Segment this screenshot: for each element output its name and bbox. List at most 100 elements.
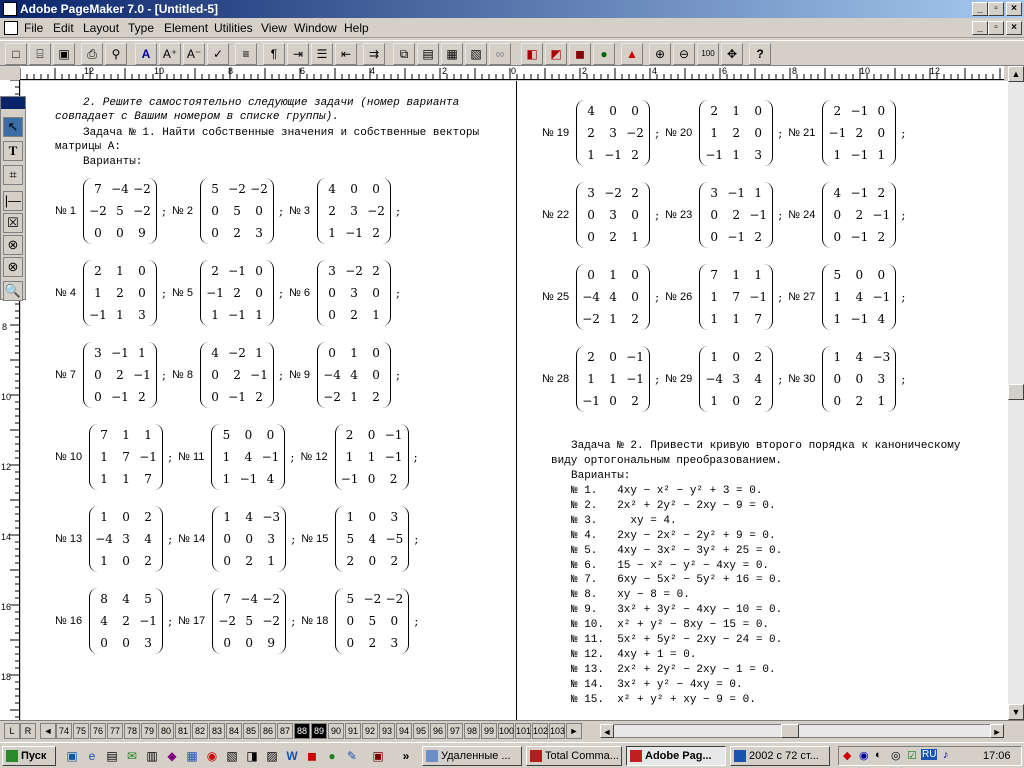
quicklaunch-11-icon[interactable]: ▨ (264, 748, 280, 764)
doc-close-button[interactable]: × (1006, 21, 1022, 35)
task-word-doc[interactable]: 2002 с 72 ст... (730, 746, 830, 766)
tabs-scroll-right-button[interactable]: ► (566, 723, 582, 739)
font-icon[interactable]: A (135, 43, 157, 65)
hscroll-thumb[interactable] (781, 724, 799, 738)
page-tab[interactable]: 83 (209, 723, 225, 739)
quicklaunch-16-icon[interactable]: ▣ (370, 748, 386, 764)
menu-file[interactable]: File (24, 21, 43, 35)
quicklaunch-14-icon[interactable]: ● (324, 748, 340, 764)
page-tab[interactable]: 92 (362, 723, 378, 739)
page-tab[interactable]: 86 (260, 723, 276, 739)
new-icon[interactable]: □ (5, 43, 27, 65)
indent-icon[interactable]: ⇥ (287, 43, 309, 65)
zoom-in-icon[interactable]: ⊕ (649, 43, 671, 65)
menu-view[interactable]: View (261, 21, 287, 35)
frame-icon[interactable]: ▦ (441, 43, 463, 65)
tray-icon-2[interactable]: ◉ (859, 749, 869, 762)
pagemaker-icon[interactable]: ◼ (304, 748, 320, 764)
quicklaunch-5-icon[interactable]: ▥ (144, 748, 160, 764)
scroll-down-button[interactable]: ▼ (1008, 704, 1024, 720)
quicklaunch-9-icon[interactable]: ▧ (224, 748, 240, 764)
scroll-up-button[interactable]: ▲ (1008, 66, 1024, 82)
page-tab[interactable]: 95 (413, 723, 429, 739)
export-icon[interactable]: ◩ (545, 43, 567, 65)
task-pagemaker[interactable]: Adobe Pag... (626, 746, 726, 766)
toolbox-titlebar[interactable] (1, 97, 25, 109)
page-tab[interactable]: 94 (396, 723, 412, 739)
quicklaunch-7-icon[interactable]: ▦ (184, 748, 200, 764)
zoom-tool-icon[interactable]: 🔍 (3, 281, 23, 301)
quicklaunch-15-icon[interactable]: ✎ (344, 748, 360, 764)
rect-frame-tool-icon[interactable]: ☒ (3, 213, 23, 233)
quicklaunch-8-icon[interactable]: ◉ (204, 748, 220, 764)
vertical-scrollbar[interactable]: ▲ ▼ (1008, 66, 1024, 720)
menu-element[interactable]: Element (164, 21, 208, 35)
menu-window[interactable]: Window (294, 21, 337, 35)
quicklaunch-6-icon[interactable]: ◆ (164, 748, 180, 764)
spacing-icon[interactable]: ≡ (235, 43, 257, 65)
page-tab[interactable]: 101 (515, 723, 531, 739)
page-tab[interactable]: 99 (481, 723, 497, 739)
doc-minimize-button[interactable]: _ (972, 21, 988, 35)
tabs-scroll-left-button[interactable]: ◄ (40, 723, 56, 739)
menu-edit[interactable]: Edit (53, 21, 74, 35)
page-tab[interactable]: 88 (294, 723, 310, 739)
tray-icon-4[interactable]: ◎ (891, 749, 901, 762)
hscroll-left-button[interactable]: ◄ (600, 724, 614, 738)
increase-indent-icon[interactable]: ⇉ (363, 43, 385, 65)
right-master-tab[interactable]: R (20, 723, 36, 739)
page-tab[interactable]: 74 (56, 723, 72, 739)
page-tab[interactable]: 85 (243, 723, 259, 739)
tray-icon-3[interactable]: ◐ (875, 749, 882, 761)
page-tab[interactable]: 76 (90, 723, 106, 739)
color-icon[interactable]: ◧ (521, 43, 543, 65)
find-icon[interactable]: ⚲ (105, 43, 127, 65)
page-tab[interactable]: 96 (430, 723, 446, 739)
quicklaunch-more-icon[interactable]: » (398, 748, 414, 764)
doc-restore-button[interactable]: ▫ (988, 21, 1004, 35)
polygon-frame-tool-icon[interactable]: ⊗ (3, 257, 23, 277)
ie-icon[interactable]: e (84, 748, 100, 764)
page-tab[interactable]: 89 (311, 723, 327, 739)
copy-icon[interactable]: ⧉ (393, 43, 415, 65)
scroll-thumb[interactable] (1008, 384, 1024, 400)
page-tab[interactable]: 81 (175, 723, 191, 739)
menu-utilities[interactable]: Utilities (214, 21, 253, 35)
line-tool-icon[interactable]: |— (3, 191, 23, 211)
text-tool-icon[interactable]: T (3, 141, 23, 161)
tray-icon-5[interactable]: ☑ (907, 749, 917, 762)
page-tab[interactable]: 98 (464, 723, 480, 739)
horizontal-ruler[interactable]: 12 10 8 6 4 2 0 2 4 6 8 10 12 (20, 66, 1004, 80)
menu-help[interactable]: Help (344, 21, 369, 35)
hscroll-right-button[interactable]: ► (990, 724, 1004, 738)
document-page[interactable]: 2. Решите самостоятельно следующие задач… (21, 81, 1008, 721)
page-tab[interactable]: 102 (532, 723, 548, 739)
page-tab[interactable]: 91 (345, 723, 361, 739)
close-button[interactable]: × (1006, 2, 1022, 16)
print-icon[interactable]: ⎙ (81, 43, 103, 65)
fit-page-icon[interactable]: ✥ (721, 43, 743, 65)
page-tab[interactable]: 79 (141, 723, 157, 739)
open-icon[interactable]: ⌸ (29, 43, 51, 65)
task-total-commander[interactable]: Total Comma... (526, 746, 622, 766)
zoom-out-icon[interactable]: ⊖ (673, 43, 695, 65)
bullets-icon[interactable]: ☰ (311, 43, 333, 65)
desktop-icon[interactable]: ▣ (64, 748, 80, 764)
web-icon[interactable]: ● (593, 43, 615, 65)
decrease-indent-icon[interactable]: ⇤ (335, 43, 357, 65)
menu-type[interactable]: Type (128, 21, 154, 35)
spell-check-icon[interactable]: ✓ (207, 43, 229, 65)
horizontal-scrollbar[interactable]: ◄ ► (600, 724, 1004, 738)
pdf-icon[interactable]: ▲ (621, 43, 643, 65)
start-button[interactable]: Пуск (2, 746, 56, 766)
page-tab[interactable]: 77 (107, 723, 123, 739)
save-icon[interactable]: ▣ (53, 43, 75, 65)
page-tab[interactable]: 82 (192, 723, 208, 739)
task-deleted[interactable]: Удаленные ... (422, 746, 522, 766)
page-tab[interactable]: 84 (226, 723, 242, 739)
image-icon[interactable]: ▧ (465, 43, 487, 65)
page-tab[interactable]: 90 (328, 723, 344, 739)
left-master-tab[interactable]: L (4, 723, 20, 739)
page-tab[interactable]: 87 (277, 723, 293, 739)
page-tab[interactable]: 93 (379, 723, 395, 739)
